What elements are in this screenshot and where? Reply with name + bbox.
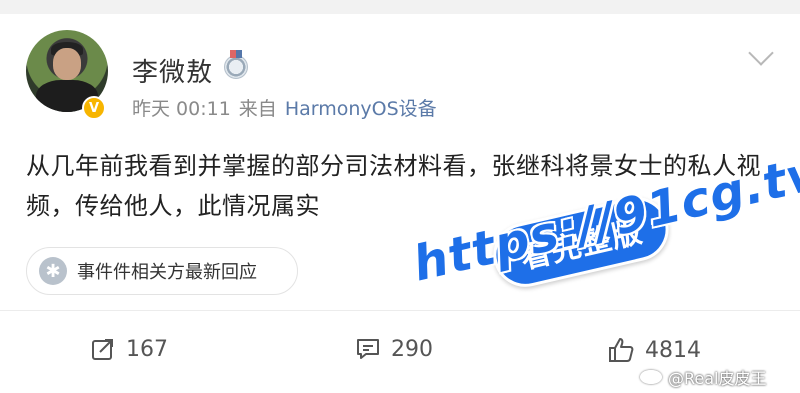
credit-text: @Real皮皮王 xyxy=(668,369,767,388)
comment-count: 290 xyxy=(391,336,433,362)
comment-button[interactable]: 290 xyxy=(355,336,433,362)
topic-label: 事件件相关方最新回应 xyxy=(77,262,257,283)
like-button[interactable]: 4814 xyxy=(607,336,701,364)
divider xyxy=(0,310,800,311)
topic-icon xyxy=(39,257,67,285)
source-prefix: 来自 xyxy=(238,98,277,120)
repost-count: 167 xyxy=(126,336,168,362)
verified-icon: V xyxy=(82,96,106,120)
like-count: 4814 xyxy=(645,337,701,363)
post-meta: 昨天 00:11 来自 HarmonyOS设备 xyxy=(132,94,445,121)
source-name[interactable]: HarmonyOS设备 xyxy=(285,98,437,120)
thumbs-up-icon xyxy=(609,338,634,362)
weibo-logo-icon xyxy=(640,370,662,384)
post-time: 昨天 00:11 xyxy=(132,98,231,120)
username[interactable]: 李微敖 xyxy=(132,52,213,89)
avatar-face xyxy=(53,48,81,80)
medal-icon xyxy=(224,50,248,79)
comment-icon xyxy=(357,339,379,359)
topic-button[interactable]: 事件件相关方最新回应 xyxy=(26,247,298,295)
repost-button[interactable]: 167 xyxy=(90,336,168,362)
weibo-credit: @Real皮皮王 xyxy=(640,365,767,389)
repost-icon xyxy=(92,339,113,360)
